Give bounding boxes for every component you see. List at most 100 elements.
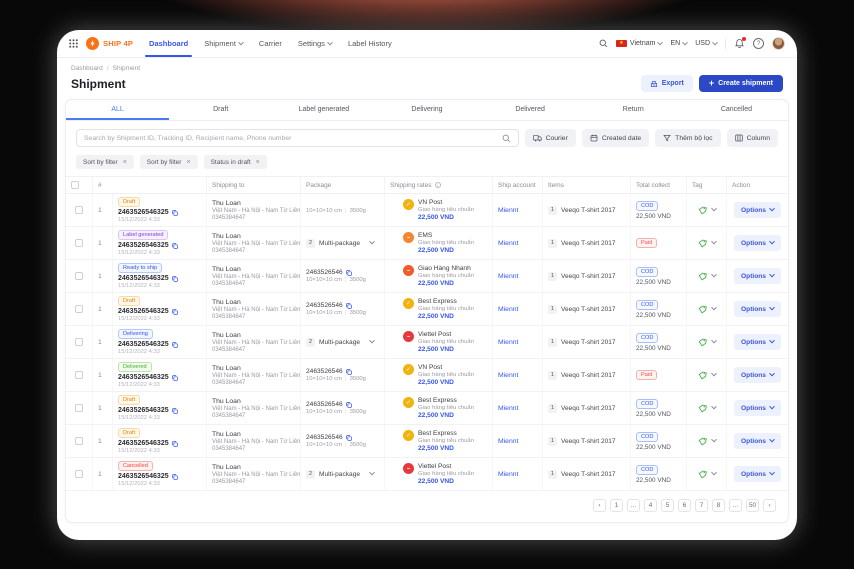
copy-icon[interactable] [346, 402, 352, 408]
tab-all[interactable]: ALL [66, 100, 169, 120]
nav-item-label-history[interactable]: Label History [348, 30, 392, 57]
ship-account-link[interactable]: Miennt [498, 471, 537, 478]
info-icon[interactable]: i [435, 182, 441, 188]
tag-chevron-icon[interactable] [711, 437, 717, 443]
page-ellipsis[interactable]: ... [627, 499, 640, 512]
export-button[interactable]: Export [641, 75, 693, 92]
language-selector[interactable]: EN [670, 40, 687, 47]
row-checkbox[interactable] [75, 371, 83, 379]
tag-icon[interactable] [698, 338, 707, 347]
help-icon[interactable]: ? [753, 38, 764, 49]
copy-icon[interactable] [346, 435, 352, 441]
options-button[interactable]: Options [734, 202, 781, 218]
tag-icon[interactable] [698, 470, 707, 479]
copy-icon[interactable] [346, 369, 352, 375]
copy-icon[interactable] [172, 375, 178, 381]
page-button-5[interactable]: 5 [661, 499, 674, 512]
remove-filter-icon[interactable]: × [123, 159, 127, 166]
row-checkbox[interactable] [75, 305, 83, 313]
nav-item-carrier[interactable]: Carrier [259, 30, 282, 57]
tag-chevron-icon[interactable] [711, 338, 717, 344]
copy-icon[interactable] [346, 270, 352, 276]
prev-page-button[interactable]: ‹ [593, 499, 606, 512]
brand-logo[interactable]: SHIP 4P [86, 37, 133, 50]
tag-chevron-icon[interactable] [711, 206, 717, 212]
ship-account-link[interactable]: Miennt [498, 438, 537, 445]
tag-chevron-icon[interactable] [711, 470, 717, 476]
options-button[interactable]: Options [734, 301, 781, 317]
ship-account-link[interactable]: Miennt [498, 339, 537, 346]
created-date-filter-button[interactable]: Created date [582, 129, 649, 147]
multi-package-select[interactable]: 2Multi-package [306, 239, 379, 248]
copy-icon[interactable] [172, 309, 178, 315]
select-all-checkbox[interactable] [71, 181, 79, 189]
tab-draft[interactable]: Draft [169, 100, 272, 120]
page-button-8[interactable]: 8 [712, 499, 725, 512]
copy-icon[interactable] [172, 210, 178, 216]
row-checkbox[interactable] [75, 338, 83, 346]
tag-icon[interactable] [698, 437, 707, 446]
create-shipment-button[interactable]: + Create shipment [699, 75, 783, 92]
nav-item-shipment[interactable]: Shipment [204, 30, 243, 57]
ship-account-link[interactable]: Miennt [498, 240, 537, 247]
remove-filter-icon[interactable]: × [186, 159, 190, 166]
multi-package-select[interactable]: 2Multi-package [306, 470, 379, 479]
row-checkbox[interactable] [75, 404, 83, 412]
tag-chevron-icon[interactable] [711, 239, 717, 245]
options-button[interactable]: Options [734, 367, 781, 383]
page-ellipsis[interactable]: ... [729, 499, 742, 512]
tag-icon[interactable] [698, 404, 707, 413]
nav-item-dashboard[interactable]: Dashboard [149, 30, 188, 57]
copy-icon[interactable] [172, 342, 178, 348]
options-button[interactable]: Options [734, 268, 781, 284]
tab-return[interactable]: Return [582, 100, 685, 120]
row-checkbox[interactable] [75, 470, 83, 478]
multi-package-select[interactable]: 2Multi-package [306, 338, 379, 347]
courier-filter-button[interactable]: Courier [525, 129, 576, 147]
row-checkbox[interactable] [75, 206, 83, 214]
apps-grid-icon[interactable] [69, 39, 78, 48]
user-avatar[interactable] [772, 37, 785, 50]
copy-icon[interactable] [172, 408, 178, 414]
tag-chevron-icon[interactable] [711, 272, 717, 278]
options-button[interactable]: Options [734, 466, 781, 482]
options-button[interactable]: Options [734, 334, 781, 350]
ship-account-link[interactable]: Miennt [498, 405, 537, 412]
page-button-7[interactable]: 7 [695, 499, 708, 512]
tag-icon[interactable] [698, 272, 707, 281]
page-button-50[interactable]: 50 [746, 499, 759, 512]
nav-item-settings[interactable]: Settings [298, 30, 332, 57]
more-filters-button[interactable]: Thêm bộ lọc [655, 129, 720, 147]
copy-icon[interactable] [172, 276, 178, 282]
tag-chevron-icon[interactable] [711, 371, 717, 377]
tag-chevron-icon[interactable] [711, 305, 717, 311]
tab-cancelled[interactable]: Cancelled [685, 100, 788, 120]
next-page-button[interactable]: › [763, 499, 776, 512]
notifications-bell-icon[interactable] [734, 38, 745, 49]
options-button[interactable]: Options [734, 433, 781, 449]
tag-icon[interactable] [698, 206, 707, 215]
options-button[interactable]: Options [734, 235, 781, 251]
page-button-4[interactable]: 4 [644, 499, 657, 512]
tag-icon[interactable] [698, 305, 707, 314]
filter-chip[interactable]: Sort by filter× [76, 155, 134, 169]
tab-label-generated[interactable]: Label generated [272, 100, 375, 120]
page-button-1[interactable]: 1 [610, 499, 623, 512]
ship-account-link[interactable]: Miennt [498, 207, 537, 214]
breadcrumb-dashboard[interactable]: Dashboard [71, 65, 103, 72]
copy-icon[interactable] [172, 474, 178, 480]
filter-chip[interactable]: Status in draft× [204, 155, 267, 169]
tab-delivering[interactable]: Delivering [375, 100, 478, 120]
search-icon[interactable] [599, 39, 608, 48]
copy-icon[interactable] [346, 303, 352, 309]
country-selector[interactable]: ★ Vietnam [616, 40, 663, 48]
ship-account-link[interactable]: Miennt [498, 372, 537, 379]
filter-chip[interactable]: Sort by filter× [140, 155, 198, 169]
copy-icon[interactable] [172, 441, 178, 447]
row-checkbox[interactable] [75, 239, 83, 247]
ship-account-link[interactable]: Miennt [498, 273, 537, 280]
column-settings-button[interactable]: Column [727, 129, 778, 147]
remove-filter-icon[interactable]: × [256, 159, 260, 166]
row-checkbox[interactable] [75, 272, 83, 280]
options-button[interactable]: Options [734, 400, 781, 416]
